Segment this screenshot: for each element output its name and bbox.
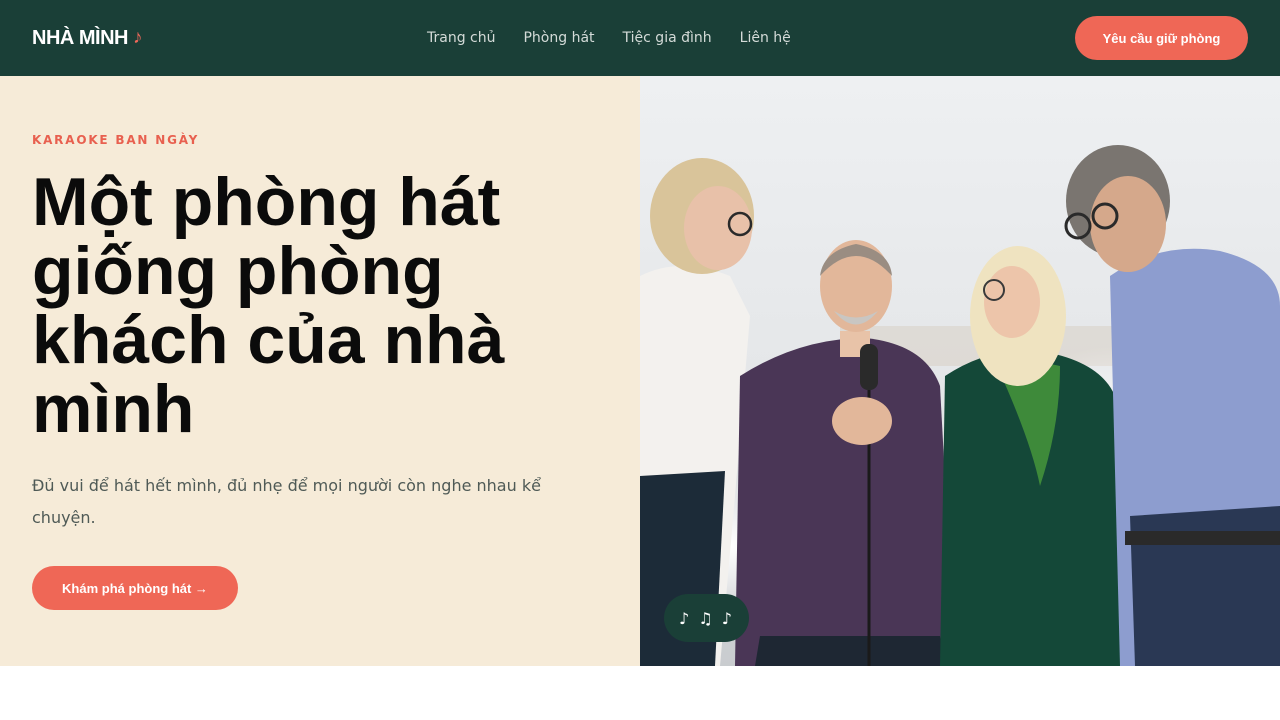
hero-eyebrow: KARAOKE BAN NGÀY: [32, 133, 200, 147]
music-notes-badge: ♪ ♫ ♪: [664, 594, 749, 642]
hero-subtext: Đủ vui để hát hết mình, đủ nhẹ để mọi ng…: [32, 476, 541, 527]
hero-headline: Một phòng hát giống phòng khách của nhà …: [32, 164, 505, 447]
nav-link-family-party[interactable]: Tiệc gia đình: [623, 28, 712, 48]
hero-photo: ♪ ♫ ♪: [640, 76, 1280, 666]
request-room-button[interactable]: Yêu cầu giữ phòng: [1075, 16, 1248, 60]
nav-link-home[interactable]: Trang chủ: [427, 28, 495, 48]
hero-photo-illustration: [640, 76, 1280, 666]
explore-rooms-button[interactable]: Khám phá phòng hát →: [32, 566, 238, 610]
music-note-icon: ♪: [133, 27, 143, 48]
site-header: NHÀ MÌNH ♪ Trang chủ Phòng hát Tiệc gia …: [0, 0, 1280, 76]
main-nav: Trang chủ Phòng hát Tiệc gia đình Liên h…: [427, 28, 791, 48]
brand-logo[interactable]: NHÀ MÌNH ♪: [32, 26, 143, 50]
hero-text-panel: KARAOKE BAN NGÀY Một phòng hát giống phò…: [0, 76, 640, 666]
nav-link-rooms[interactable]: Phòng hát: [523, 28, 594, 48]
brand-name: NHÀ MÌNH: [32, 26, 129, 49]
nav-link-contact[interactable]: Liên hệ: [740, 28, 791, 48]
